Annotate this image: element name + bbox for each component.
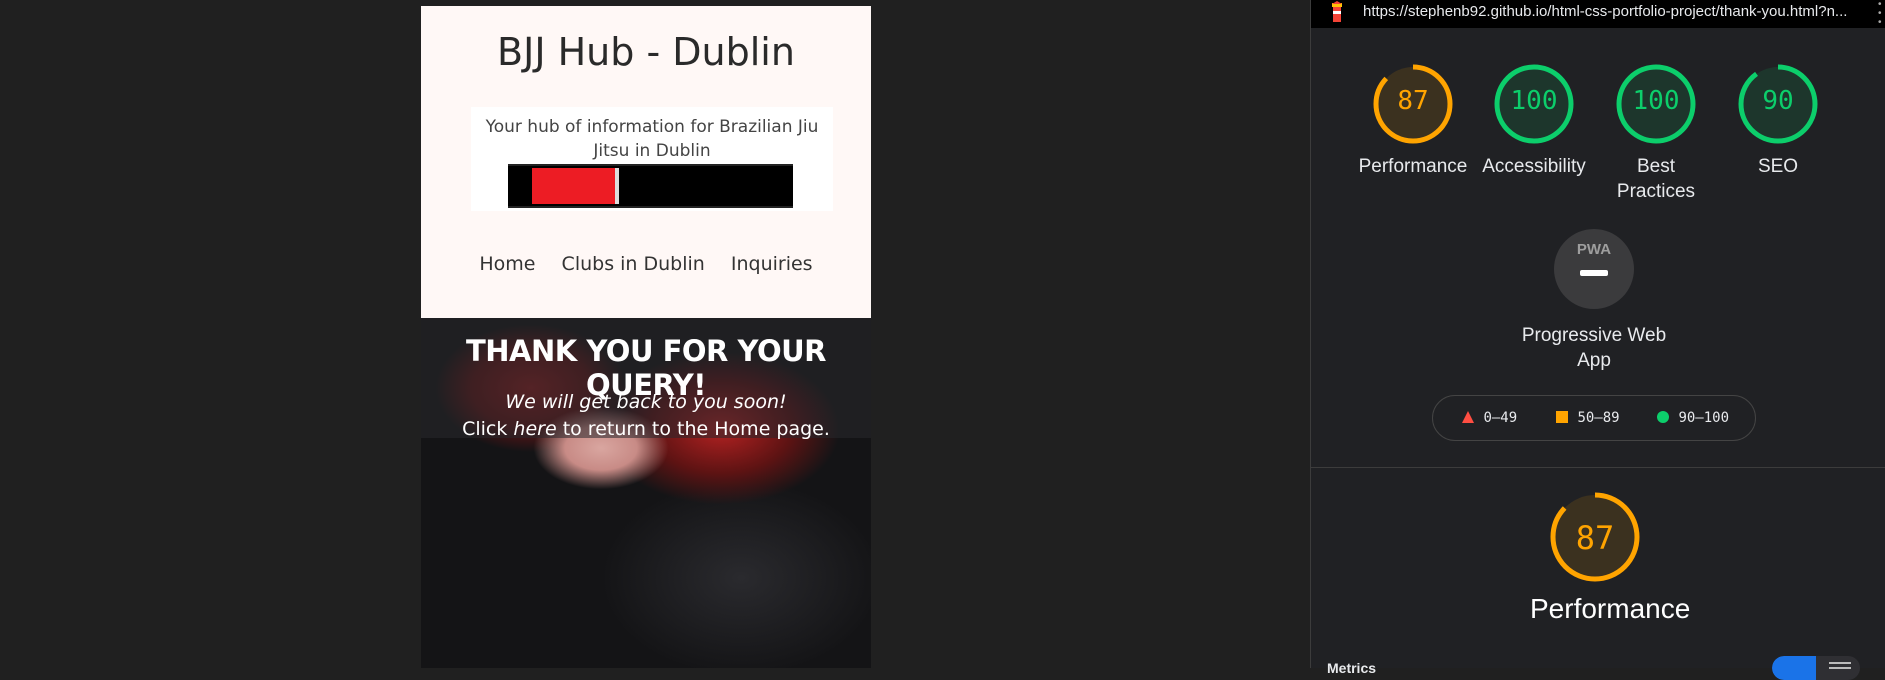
score-performance: 87	[1397, 86, 1429, 116]
pwa-dash-icon	[1580, 270, 1608, 276]
label-seo: SEO	[1757, 156, 1799, 177]
performance-detail-gauge: 87 Performance	[1530, 490, 1691, 624]
site-nav: Home Clubs in Dublin Inquiries	[421, 253, 871, 275]
pwa-badge-icon: PWA	[1554, 229, 1634, 309]
performance-detail-score: 87	[1575, 519, 1615, 557]
label-best-practices: Best Practices	[1616, 156, 1696, 202]
score-best-practices: 100	[1632, 86, 1680, 116]
legend-fail-range: 0–49	[1483, 410, 1518, 426]
section-divider	[1311, 467, 1885, 468]
list-view-icon[interactable]	[1829, 662, 1851, 664]
hero-subheading: We will get back to you soon!	[505, 391, 787, 413]
audited-url: https://stephenb92.github.io/html-css-po…	[1363, 3, 1848, 20]
circle-icon	[1657, 411, 1669, 423]
legend-average-range: 50–89	[1577, 410, 1620, 426]
nav-inquiries[interactable]: Inquiries	[731, 253, 813, 275]
legend-fail: 0–49	[1461, 410, 1517, 426]
site-preview: BJJ Hub - Dublin Your hub of information…	[421, 6, 871, 668]
gauge-performance[interactable]: 87 Performance	[1348, 62, 1478, 179]
legend-pass: 90–100	[1656, 410, 1729, 426]
site-tagline: Your hub of information for Brazilian Ji…	[485, 117, 819, 161]
more-options-icon[interactable]: • • •	[1878, 0, 1885, 28]
return-home-link[interactable]: here	[513, 418, 556, 440]
score-accessibility: 100	[1510, 86, 1558, 116]
square-icon	[1556, 411, 1568, 423]
return-suffix: to return to the Home page.	[562, 418, 830, 440]
legend-average: 50–89	[1555, 410, 1620, 426]
toggle-expanded-view[interactable]	[1772, 656, 1816, 680]
return-prefix: Click	[462, 418, 508, 440]
triangle-icon	[1462, 411, 1474, 423]
metrics-heading: Metrics	[1327, 660, 1377, 676]
score-legend: 0–49 50–89 90–100	[1432, 395, 1756, 441]
pwa-badge-text: PWA	[1576, 241, 1612, 258]
hero-return-text: Click here to return to the Home page.	[421, 418, 871, 440]
label-pwa: Progressive Web App	[1521, 325, 1667, 371]
belt-graphic	[508, 164, 793, 208]
lighthouse-url-bar: https://stephenb92.github.io/html-css-po…	[1311, 0, 1885, 28]
site-title: BJJ Hub - Dublin	[497, 30, 795, 74]
nav-home[interactable]: Home	[479, 253, 535, 275]
score-seo: 90	[1762, 86, 1794, 116]
metrics-view-toggle[interactable]	[1772, 656, 1860, 680]
gauge-best-practices[interactable]: 100 Best Practices	[1591, 62, 1721, 204]
gauge-accessibility[interactable]: 100 Accessibility	[1469, 62, 1599, 179]
performance-detail-label: Performance	[1530, 593, 1691, 624]
gauge-pwa[interactable]: PWA Progressive Web App	[1521, 229, 1667, 373]
site-logo: Your hub of information for Brazilian Ji…	[471, 107, 833, 211]
label-performance: Performance	[1358, 156, 1468, 177]
gauge-seo[interactable]: 90 SEO	[1713, 62, 1843, 179]
belt-red-stripe	[532, 168, 619, 204]
lighthouse-icon	[1332, 1, 1342, 22]
legend-pass-range: 90–100	[1678, 410, 1730, 426]
nav-clubs-in-dublin[interactable]: Clubs in Dublin	[562, 253, 705, 275]
label-accessibility: Accessibility	[1482, 156, 1586, 177]
hero-image: THANK YOU FOR YOUR QUERY! We will get ba…	[421, 318, 871, 668]
